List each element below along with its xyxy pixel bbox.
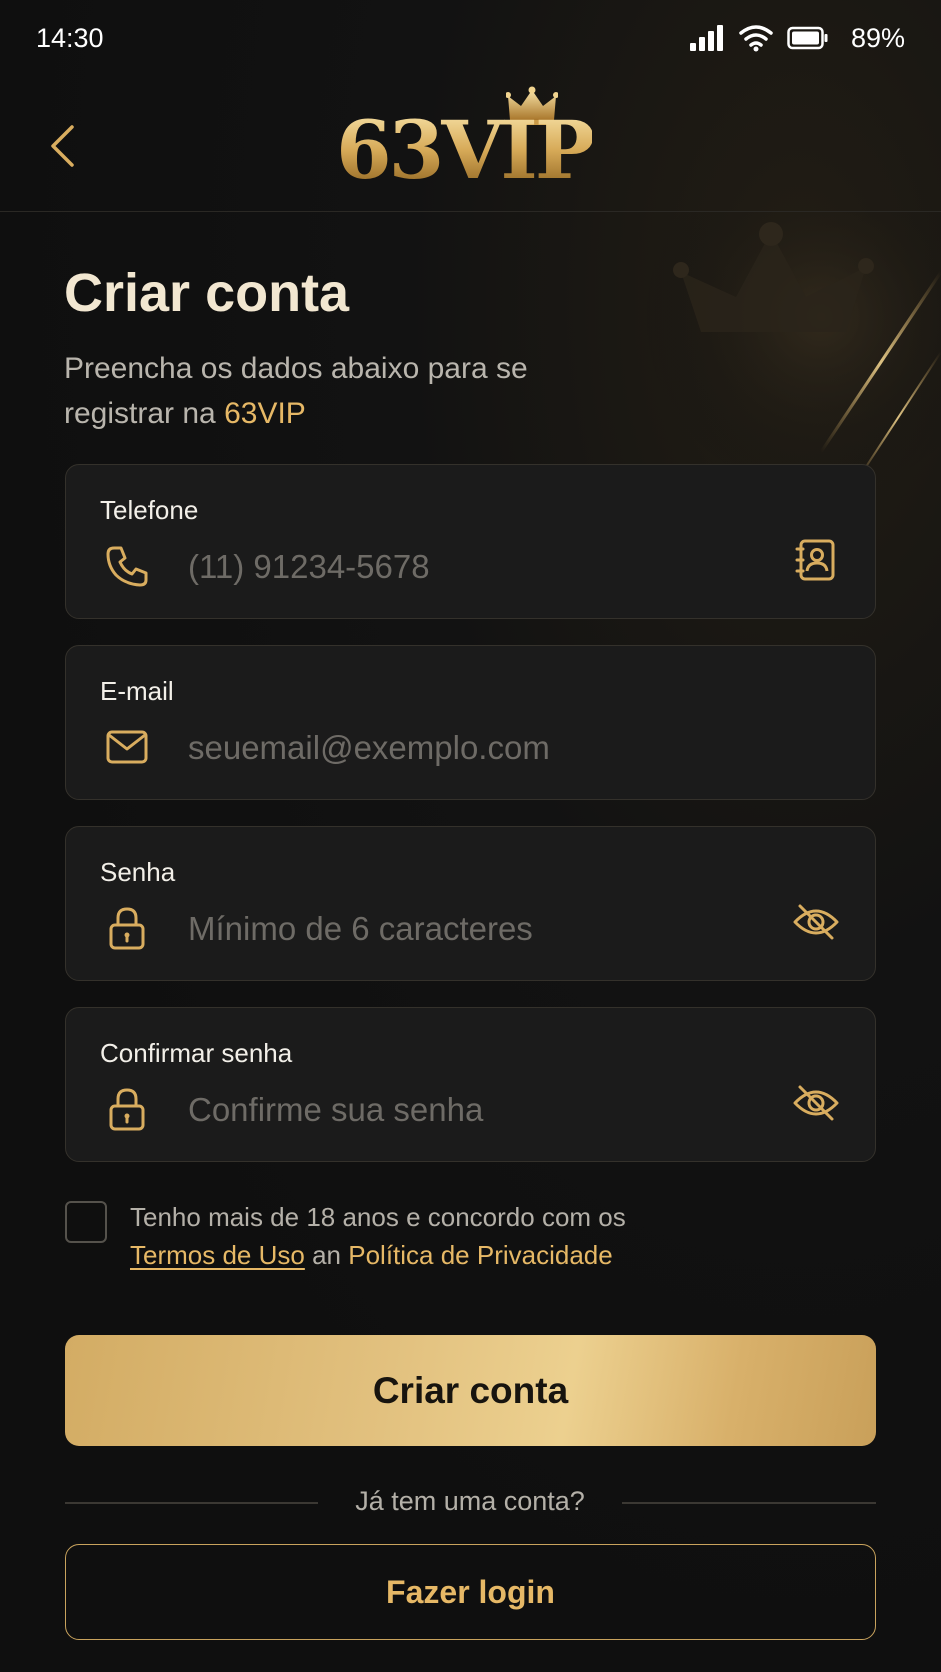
email-label: E-mail <box>100 676 174 706</box>
terms-checkbox[interactable] <box>65 1201 107 1243</box>
chevron-left-icon <box>51 125 74 167</box>
login-button[interactable]: Fazer login <box>65 1544 876 1640</box>
terms-connector: an <box>312 1240 341 1270</box>
confirm-password-field[interactable]: Confirmar senha <box>65 1007 876 1162</box>
divider-line-left <box>65 1502 318 1504</box>
status-icons: 89% <box>689 23 905 54</box>
phone-input[interactable] <box>188 541 748 593</box>
register-screen: 14:30 89% 63VIP Criar conta Preencha os … <box>0 0 941 1672</box>
page-title: Criar conta <box>64 263 350 323</box>
status-bar: 14:30 89% <box>0 0 941 76</box>
logo-wordmark: 63VIP <box>336 103 595 197</box>
eye-off-icon[interactable] <box>791 1078 841 1128</box>
divider-text: Já tem uma conta? <box>355 1486 585 1516</box>
signal-icon <box>689 25 723 51</box>
divider-line-right <box>622 1502 876 1504</box>
lock-icon <box>104 905 150 951</box>
confirm-password-input[interactable] <box>188 1084 748 1136</box>
page-subtitle: Preencha os dados abaixo para se registr… <box>64 346 624 436</box>
status-time: 14:30 <box>36 22 104 53</box>
phone-label: Telefone <box>100 495 199 525</box>
password-label: Senha <box>100 857 176 887</box>
password-field[interactable]: Senha <box>65 826 876 981</box>
back-button[interactable] <box>40 114 84 178</box>
create-account-button[interactable]: Criar conta <box>65 1335 876 1446</box>
wifi-icon <box>739 25 773 52</box>
privacy-policy-link[interactable]: Política de Privacidade <box>348 1240 612 1270</box>
phone-field[interactable]: Telefone <box>65 464 876 619</box>
battery-percentage: 89% <box>850 22 905 53</box>
contacts-icon[interactable] <box>791 535 841 585</box>
email-input[interactable] <box>188 722 748 774</box>
terms-text: Tenho mais de 18 anos e concordo com os … <box>130 1198 830 1274</box>
app-header: 63VIP <box>0 76 941 212</box>
confirm-password-label: Confirmar senha <box>100 1038 293 1068</box>
eye-off-icon[interactable] <box>791 897 841 947</box>
mail-icon <box>104 724 150 770</box>
lock-icon <box>104 1086 150 1132</box>
battery-icon <box>787 26 828 50</box>
terms-of-use-link[interactable]: Termos de Uso <box>130 1240 305 1270</box>
brand-logo: 63VIP <box>336 86 608 198</box>
terms-statement: Tenho mais de 18 anos e concordo com os <box>130 1202 626 1232</box>
subtitle-brand: 63VIP <box>224 397 306 430</box>
password-input[interactable] <box>188 903 748 955</box>
phone-icon <box>104 543 150 589</box>
email-field[interactable]: E-mail <box>65 645 876 800</box>
